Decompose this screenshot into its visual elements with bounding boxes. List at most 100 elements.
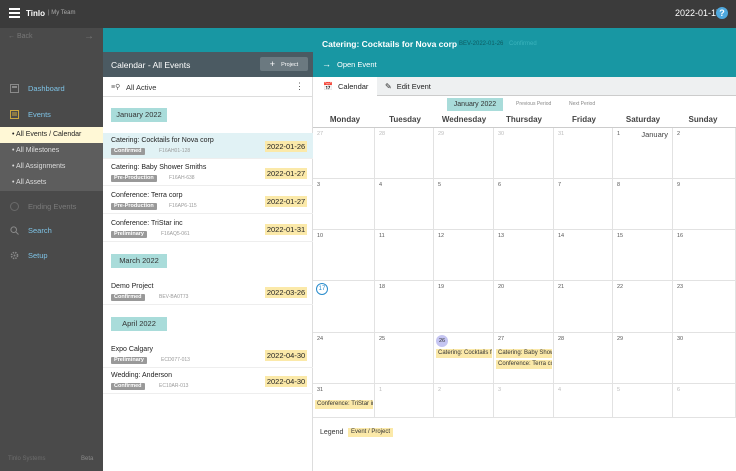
status-badge: Confirmed xyxy=(111,148,145,155)
calendar-day-cell[interactable]: 5 xyxy=(613,384,673,418)
list-item[interactable]: Catering: Baby Shower Smiths Pre-Product… xyxy=(103,160,313,186)
calendar-day-cell[interactable]: 25 xyxy=(375,333,434,384)
event-name: Wedding: Anderson xyxy=(111,372,172,379)
calendar-day-cell[interactable]: 7 xyxy=(554,179,613,230)
add-project-button[interactable]: + Project xyxy=(260,57,308,71)
list-title: Calendar - All Events xyxy=(111,60,191,70)
calendar-day-cell[interactable]: 16 xyxy=(673,230,736,281)
banner-status: Confirmed xyxy=(509,41,537,47)
calendar-day-cell[interactable]: 2 xyxy=(434,384,494,418)
list-item[interactable]: Conference: Terra corp Pre-Production F1… xyxy=(103,188,313,214)
filter-label[interactable]: All Active xyxy=(126,83,156,92)
sidebar-item-search[interactable]: Search xyxy=(0,221,103,241)
event-chip[interactable]: Catering: Cocktails for Nova corp xyxy=(436,349,492,358)
app-name: Tinlo xyxy=(26,9,45,18)
calendar-day-cell[interactable]: 14 xyxy=(554,230,613,281)
calendar-day-cell[interactable]: 24 xyxy=(313,333,375,384)
calendar-day-cell[interactable]: 1 xyxy=(375,384,434,418)
calendar-day-cell[interactable]: 18 xyxy=(375,281,434,333)
calendar-day-cell[interactable]: 11 xyxy=(375,230,434,281)
calendar-day-cell[interactable]: 21 xyxy=(554,281,613,333)
event-date: 2022-04-30 xyxy=(265,376,307,387)
event-code: F16AP6-115 xyxy=(169,203,197,209)
tab-calendar[interactable]: 📅 Calendar xyxy=(313,77,377,96)
sidebar-item-events[interactable]: Events xyxy=(0,105,103,125)
back-button[interactable]: ← Back xyxy=(8,33,33,40)
event-chip[interactable]: Conference: TriStar inc xyxy=(315,400,373,409)
calendar-day-cell[interactable]: 15 xyxy=(613,230,673,281)
sidebar-item-dashboard[interactable]: Dashboard xyxy=(0,79,103,99)
event-chip[interactable]: Conference: Terra corp xyxy=(496,360,552,369)
calendar-day-cell[interactable]: 12 xyxy=(434,230,494,281)
day-name: Tuesday xyxy=(389,115,421,124)
legend: Legend Event / Project xyxy=(320,428,394,437)
help-icon[interactable]: ? xyxy=(716,7,728,19)
list-item[interactable]: Conference: TriStar inc Preliminary F16A… xyxy=(103,216,313,242)
tab-edit-event[interactable]: ✎ Edit Event xyxy=(377,77,447,96)
open-event-link[interactable]: → Open Event xyxy=(322,59,377,69)
sidebar-item-setup[interactable]: Setup xyxy=(0,246,103,266)
list-item[interactable]: Wedding: Anderson Confirmed EC10AR-013 2… xyxy=(103,368,313,394)
sidebar-item-label: Search xyxy=(28,226,52,235)
calendar-day-cell[interactable]: 6 xyxy=(494,179,554,230)
sidebar-subitem-all-assets[interactable]: • All Assets xyxy=(0,175,103,191)
calendar-day-cell[interactable]: 26 Catering: Cocktails for Nova corp xyxy=(434,333,494,384)
calendar-day-cell[interactable]: 3 xyxy=(313,179,375,230)
list-item[interactable]: Expo Calgary Preliminary ECD077-013 2022… xyxy=(103,342,313,368)
more-options-icon[interactable]: ⋮ xyxy=(295,81,304,92)
day-number: 30 xyxy=(498,131,505,137)
calendar-day-cell[interactable]: 5 xyxy=(434,179,494,230)
previous-period-button[interactable]: Previous Period xyxy=(516,101,551,107)
month-grid: 27 28 29 30 31 1 January 2 3 4 5 6 7 8 9 10 11 12 13 14 15 16… xyxy=(313,128,736,418)
calendar-day-cell[interactable]: 19 xyxy=(434,281,494,333)
day-number: 16 xyxy=(677,233,684,239)
filter-search-icon[interactable]: ≡⚲ xyxy=(111,83,120,91)
plus-icon: + xyxy=(269,59,276,69)
calendar-day-cell[interactable]: 22 xyxy=(613,281,673,333)
calendar-day-cell[interactable]: 31 xyxy=(554,128,613,179)
calendar-day-cell[interactable]: 23 xyxy=(673,281,736,333)
calendar-day-cell[interactable]: 6 xyxy=(673,384,736,418)
day-number: 31 xyxy=(558,131,565,137)
calendar-day-cell[interactable]: 31 Conference: TriStar inc xyxy=(313,384,375,418)
calendar-day-cell[interactable]: 17 xyxy=(313,281,375,333)
calendar-day-cell[interactable]: 28 xyxy=(554,333,613,384)
sidebar-subitem-label: All Assets xyxy=(16,179,47,186)
forward-arrow-icon[interactable]: → xyxy=(84,31,94,42)
calendar-day-cell[interactable]: 4 xyxy=(554,384,613,418)
calendar-day-cell[interactable]: 28 xyxy=(375,128,434,179)
sidebar-subitem-all-events[interactable]: • All Events / Calendar xyxy=(0,127,103,143)
calendar-day-cell[interactable]: 9 xyxy=(673,179,736,230)
top-bar: Tinlo | My Team 2022-01-17 ? xyxy=(0,0,736,28)
calendar-day-cell[interactable]: 30 xyxy=(673,333,736,384)
calendar-day-cell[interactable]: 29 xyxy=(434,128,494,179)
day-number: 28 xyxy=(379,131,386,137)
calendar-day-cell[interactable]: 3 xyxy=(494,384,554,418)
calendar-day-cell[interactable]: 1 January xyxy=(613,128,673,179)
calendar-day-cell[interactable]: 30 xyxy=(494,128,554,179)
current-period-button[interactable]: January 2022 xyxy=(447,98,503,111)
hamburger-menu-icon[interactable] xyxy=(9,8,20,18)
calendar-day-cell[interactable]: 8 xyxy=(613,179,673,230)
day-number: 27 xyxy=(498,336,505,342)
calendar-day-cell[interactable]: 20 xyxy=(494,281,554,333)
day-number: 15 xyxy=(617,233,624,239)
calendar-day-cell[interactable]: 27 xyxy=(313,128,375,179)
list-item[interactable]: Catering: Cocktails for Nova corp Confir… xyxy=(103,133,313,159)
calendar-day-cell[interactable]: 2 xyxy=(673,128,736,179)
calendar-day-cell[interactable]: 27 Catering: Baby Shower Smiths Conference… xyxy=(494,333,554,384)
calendar-day-cell[interactable]: 13 xyxy=(494,230,554,281)
sidebar-subitem-all-assignments[interactable]: • All Assignments xyxy=(0,159,103,175)
day-number: 24 xyxy=(317,336,324,342)
list-item[interactable]: Demo Project Confirmed BEV-BA0T73 2022-0… xyxy=(103,279,313,305)
next-period-button[interactable]: Next Period xyxy=(569,101,595,107)
events-list-icon xyxy=(10,110,19,119)
list-header: Calendar - All Events + Project xyxy=(103,52,313,77)
sidebar-subitem-all-milestones[interactable]: • All Milestones xyxy=(0,143,103,159)
calendar-day-cell[interactable]: 10 xyxy=(313,230,375,281)
day-number: 7 xyxy=(558,182,562,188)
calendar-day-cell[interactable]: 4 xyxy=(375,179,434,230)
event-chip[interactable]: Catering: Baby Shower Smiths xyxy=(496,349,552,358)
sidebar-item-ending-events[interactable]: Ending Events xyxy=(0,197,103,217)
calendar-day-cell[interactable]: 29 xyxy=(613,333,673,384)
